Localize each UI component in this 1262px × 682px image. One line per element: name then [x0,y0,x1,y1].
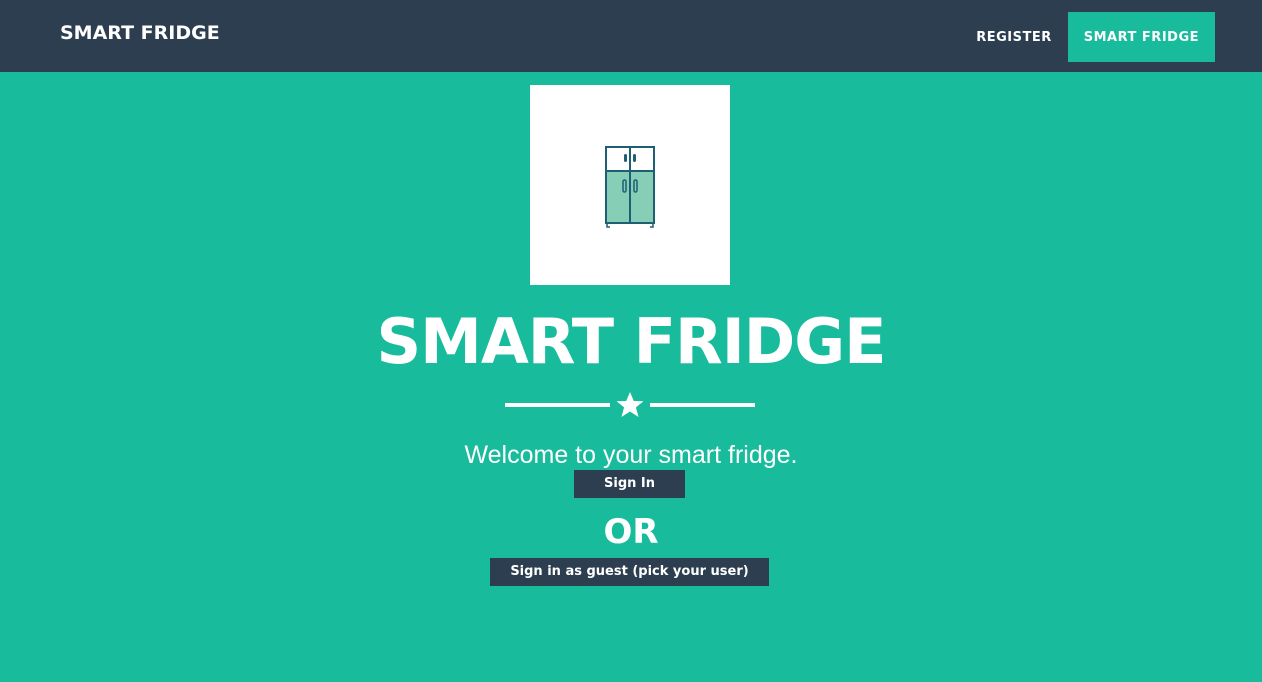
divider-line-right [650,403,755,407]
or-separator: OR [603,512,659,552]
navbar: SMART FRIDGE REGISTER SMART FRIDGE [0,0,1262,72]
divider-line-left [505,403,610,407]
welcome-text: Welcome to your smart fridge. [464,441,798,469]
nav-links: REGISTER SMART FRIDGE [960,12,1215,62]
nav-link-register[interactable]: REGISTER [960,12,1068,62]
nav-link-smart-fridge[interactable]: SMART FRIDGE [1067,12,1215,62]
hero-title: SMART FRIDGE [376,305,886,378]
star-icon [616,392,644,417]
guest-sign-in-button[interactable]: Sign in as guest (pick your user) [490,558,769,586]
logo-box [530,85,730,285]
navbar-brand[interactable]: SMART FRIDGE [60,22,220,44]
fridge-icon [605,146,655,228]
star-divider [505,390,755,420]
sign-in-button[interactable]: Sign In [574,470,685,498]
hero-section: SMART FRIDGE Welcome to your smart fridg… [0,72,1262,682]
